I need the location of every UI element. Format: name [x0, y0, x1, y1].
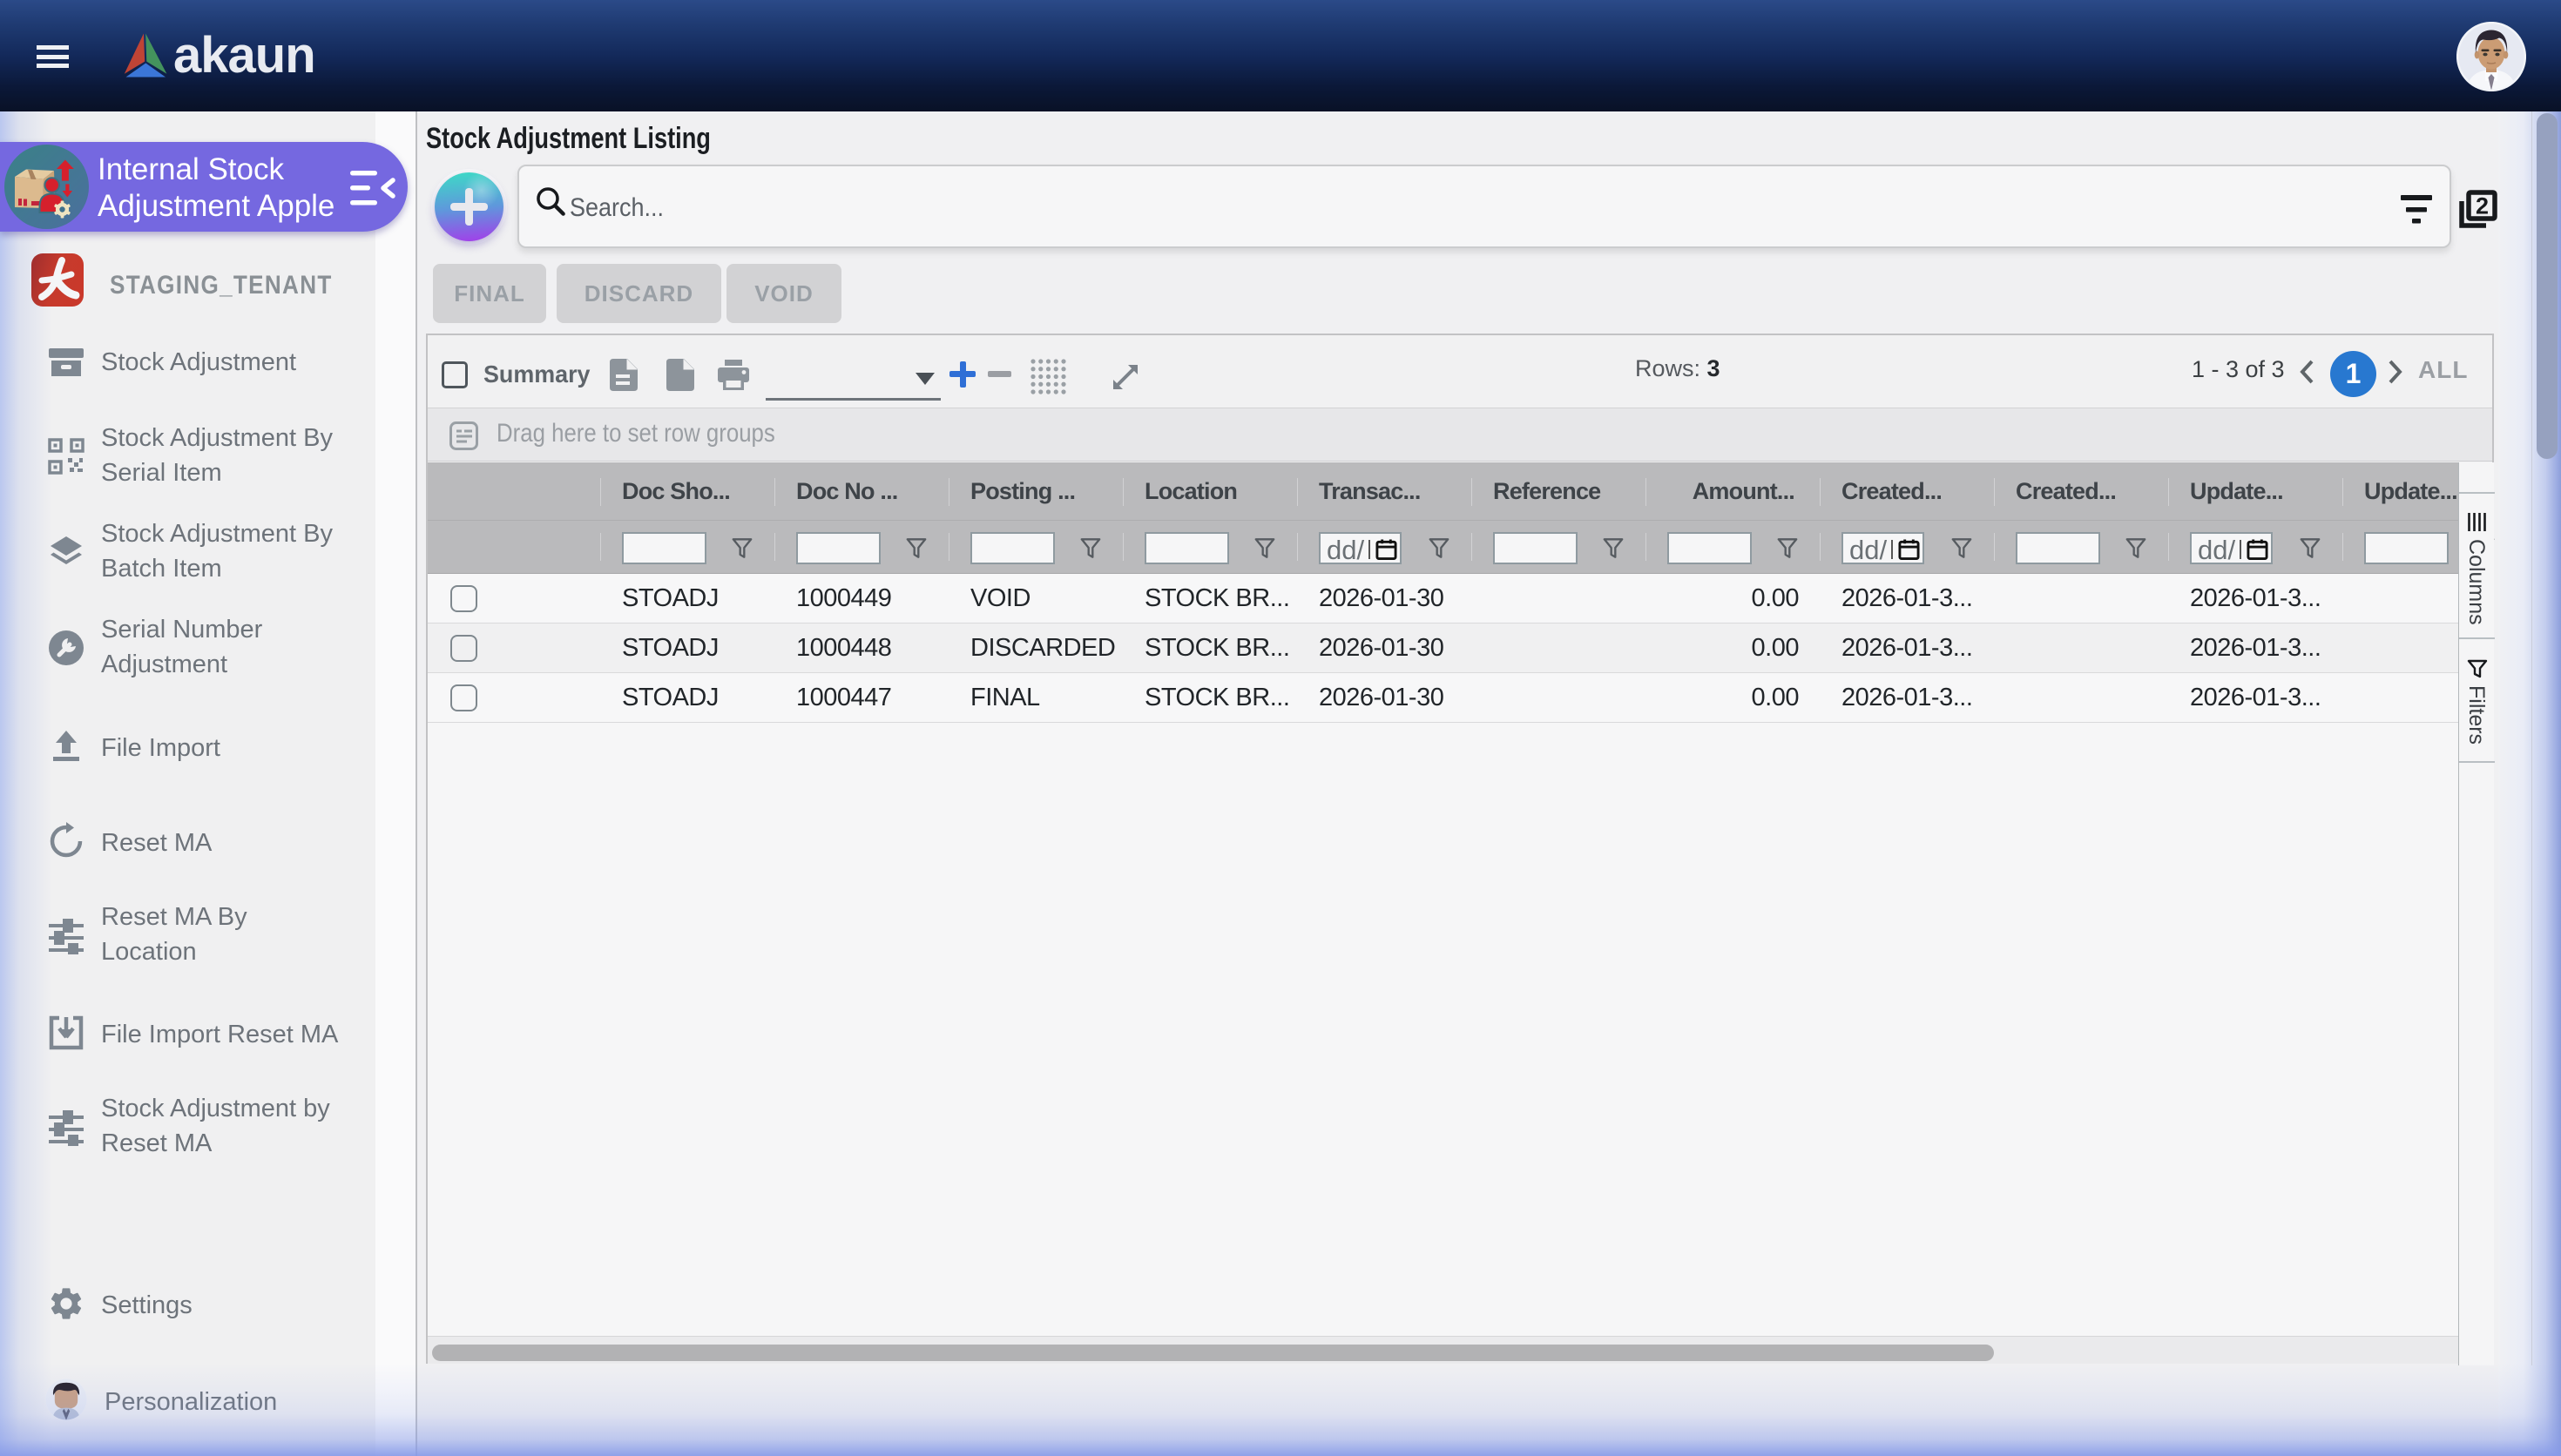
svg-text:2: 2 — [2476, 193, 2489, 219]
